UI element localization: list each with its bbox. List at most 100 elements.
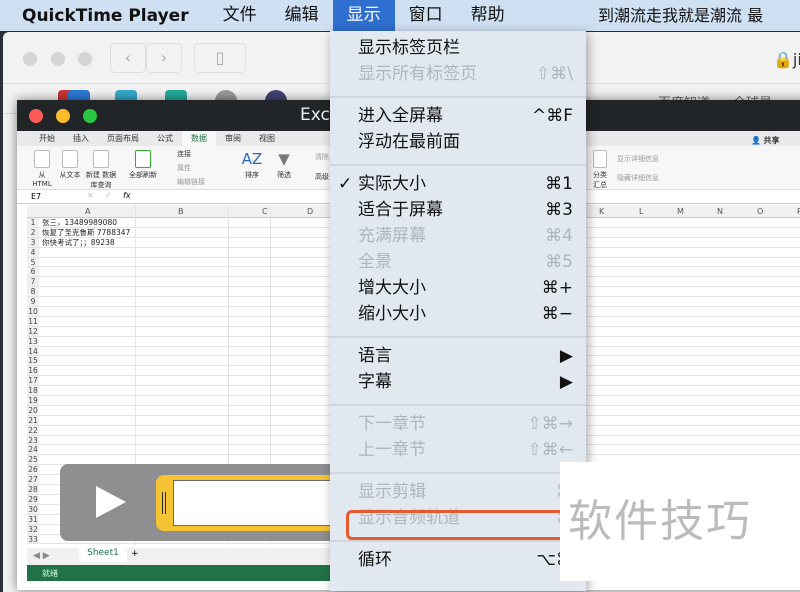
properties-button[interactable]: 属性 <box>177 163 191 173</box>
row-number[interactable]: 27 <box>27 475 39 484</box>
row-number[interactable]: 8 <box>27 287 39 296</box>
confirm-icon[interactable]: ✓ <box>105 191 112 200</box>
row-number[interactable]: 29 <box>27 494 39 504</box>
menu-item[interactable]: 语言 ▶ <box>358 343 573 369</box>
row-number[interactable]: 31 <box>27 514 39 524</box>
column-header[interactable]: L <box>639 207 643 216</box>
row-number[interactable]: 23 <box>27 435 39 445</box>
row-number[interactable]: 13 <box>27 336 39 346</box>
hide-detail-button[interactable]: 隐藏详细信息 <box>617 173 659 183</box>
filter-button[interactable]: ▼ 筛选 <box>273 150 295 180</box>
menu-window[interactable]: 窗口 <box>395 0 457 31</box>
row-number[interactable]: 3 <box>27 237 39 247</box>
row-number[interactable]: 20 <box>27 405 39 415</box>
zoom-button[interactable] <box>83 109 97 123</box>
row-number[interactable]: 33 <box>27 534 39 543</box>
menu-item[interactable]: ✓ 实际大小 ⌘1 <box>338 171 573 197</box>
forward-button[interactable]: › <box>146 43 182 73</box>
add-sheet-button[interactable]: + <box>131 549 139 559</box>
column-header[interactable]: M <box>677 207 684 216</box>
sort-az-icon: AZ <box>241 150 263 168</box>
row-number[interactable]: 14 <box>27 346 39 356</box>
menu-item[interactable]: 循环 ⌥⌘ <box>358 547 573 573</box>
menu-help[interactable]: 帮助 <box>457 0 519 31</box>
row-number[interactable]: 17 <box>27 376 39 385</box>
menu-view[interactable]: 显示 <box>332 0 395 31</box>
row-number[interactable]: 11 <box>27 316 39 326</box>
row-number[interactable]: 32 <box>27 524 39 534</box>
menu-item[interactable]: 增大大小 ⌘+ <box>358 275 573 301</box>
tab-home[interactable]: 开始 <box>17 131 64 146</box>
row-number[interactable]: 6 <box>27 267 39 276</box>
row-number[interactable]: 16 <box>27 366 39 375</box>
tab-page-layout[interactable]: 页面布局 <box>98 131 148 146</box>
row-number[interactable]: 19 <box>27 396 39 405</box>
from-html-button[interactable]: 从 HTML <box>29 150 55 188</box>
row-number[interactable]: 15 <box>27 356 39 365</box>
column-header[interactable]: D <box>307 207 313 216</box>
row-number[interactable]: 1 <box>27 218 39 227</box>
sheet-tab[interactable]: Sheet1 <box>79 548 127 562</box>
row-number[interactable]: 24 <box>27 445 39 454</box>
menu-edit[interactable]: 编辑 <box>271 0 333 31</box>
clear-button[interactable]: 清除 <box>315 152 329 162</box>
from-text-button[interactable]: 从文本 <box>57 150 83 180</box>
column-header[interactable]: C <box>262 207 268 216</box>
row-number[interactable]: 5 <box>27 257 39 267</box>
subtotal-button[interactable]: 分类 汇总 <box>591 150 609 190</box>
tab-review[interactable]: 审阅 <box>216 131 250 146</box>
row-number[interactable]: 25 <box>27 455 39 464</box>
menu-item[interactable]: 字幕 ▶ <box>358 369 573 395</box>
minimize-button[interactable] <box>56 109 70 123</box>
sort-button[interactable]: AZ 排序 <box>239 150 265 180</box>
window-title: Exc <box>300 105 330 125</box>
cell[interactable]: 恢复了圣克鲁斯 7788347 <box>42 228 130 237</box>
menu-item[interactable]: 进入全屏幕 ^⌘F <box>358 103 573 129</box>
menu-item[interactable]: 显示标签页栏 <box>358 35 573 61</box>
new-query-button[interactable]: 新建 数据库查询 <box>83 150 119 190</box>
connections-button[interactable]: 连接 <box>177 149 191 159</box>
tab-view[interactable]: 视图 <box>250 131 284 146</box>
row-number[interactable]: 12 <box>27 326 39 336</box>
tab-formulas[interactable]: 公式 <box>148 131 182 146</box>
edit-links-button[interactable]: 编辑链接 <box>177 177 205 187</box>
filmstrip[interactable] <box>156 475 373 531</box>
back-button[interactable]: ‹ <box>110 43 146 73</box>
menu-item[interactable]: 缩小大小 ⌘− <box>358 301 573 327</box>
row-number[interactable]: 28 <box>27 485 39 494</box>
row-number[interactable]: 4 <box>27 247 39 257</box>
advanced-button[interactable]: 高级 <box>315 172 329 182</box>
column-header[interactable]: K <box>599 207 604 216</box>
trim-handle[interactable] <box>162 492 166 514</box>
menu-item[interactable]: 适合于屏幕 ⌘3 <box>358 197 573 223</box>
menu-file[interactable]: 文件 <box>209 0 271 31</box>
row-number[interactable]: 2 <box>27 227 39 237</box>
close-button[interactable] <box>29 109 43 123</box>
column-header[interactable]: A <box>85 207 90 216</box>
fx-icon[interactable]: fx <box>123 191 131 200</box>
row-number[interactable]: 26 <box>27 465 39 474</box>
cell[interactable]: 张三，13489989080 <box>42 218 117 227</box>
row-number[interactable]: 7 <box>27 277 39 286</box>
row-number[interactable]: 9 <box>27 297 39 306</box>
row-number[interactable]: 22 <box>27 425 39 435</box>
cell[interactable]: 你快考试了；；89238 <box>42 238 115 247</box>
cancel-icon[interactable]: ✕ <box>87 191 94 200</box>
sidebar-icon[interactable]: ▯ <box>194 43 246 73</box>
app-menu[interactable]: QuickTime Player <box>0 6 209 26</box>
column-header[interactable]: O <box>757 207 763 216</box>
play-icon[interactable] <box>96 486 126 518</box>
row-number[interactable]: 21 <box>27 415 39 425</box>
column-header[interactable]: B <box>178 207 184 216</box>
tab-data[interactable]: 数据 <box>182 131 216 146</box>
refresh-all-button[interactable]: 全部刷新 <box>127 150 159 180</box>
name-box[interactable]: E7 <box>31 192 41 201</box>
row-number[interactable]: 18 <box>27 386 39 395</box>
row-number[interactable]: 10 <box>27 307 39 316</box>
row-number[interactable]: 30 <box>27 504 39 514</box>
show-detail-button[interactable]: 显示详细信息 <box>617 154 659 164</box>
menu-item[interactable]: 浮动在最前面 <box>358 129 573 155</box>
tab-insert[interactable]: 插入 <box>64 131 98 146</box>
column-header[interactable]: N <box>717 207 723 216</box>
prev-sheet-icon[interactable]: ◀ ▶ <box>33 551 50 561</box>
